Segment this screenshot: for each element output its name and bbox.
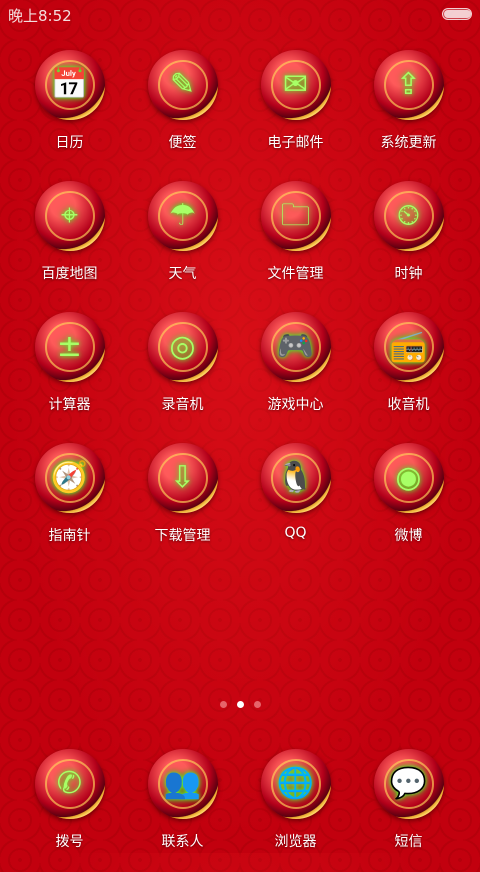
globe-glyph: 🌐	[276, 766, 315, 801]
app-label: 浏览器	[274, 834, 317, 850]
app-dialer[interactable]: ✆ 拨号	[13, 741, 126, 872]
app-label: 时钟	[394, 266, 423, 282]
page-indicator[interactable]	[0, 701, 480, 708]
app-calendar[interactable]: 📅 日历	[13, 42, 126, 173]
gamepad-glyph: 🎮	[276, 329, 315, 364]
app-label: 计算器	[48, 397, 91, 413]
app-browser[interactable]: 🌐 浏览器	[239, 741, 352, 872]
app-label: 系统更新	[380, 135, 437, 151]
download-icon: ⇩	[147, 443, 218, 513]
radio-glyph: 📻	[389, 329, 428, 364]
page-dot-2[interactable]	[236, 701, 244, 708]
app-weibo[interactable]: ◉ 微博	[352, 435, 465, 566]
app-contacts[interactable]: 👥 联系人	[126, 741, 239, 872]
phone-glyph: ✆	[56, 766, 83, 801]
dock-row: ✆ 拨号 👥 联系人 🌐 浏览器 💬 短信	[0, 741, 480, 872]
status-bar: 晚上8:52	[0, 0, 480, 28]
app-email[interactable]: ✉ 电子邮件	[239, 42, 352, 173]
map-pin-icon: ⌖	[34, 181, 105, 251]
app-radio[interactable]: 📻 收音机	[352, 304, 465, 435]
app-qq[interactable]: 🐧 QQ	[239, 435, 352, 566]
app-baidu-map[interactable]: ⌖ 百度地图	[13, 173, 126, 304]
app-label: 指南针	[48, 528, 91, 544]
dock: ✆ 拨号 👥 联系人 🌐 浏览器 💬 短信	[0, 741, 480, 872]
mail-glyph: ✉	[282, 67, 309, 102]
umbrella-glyph: ☂	[169, 198, 196, 233]
app-messages[interactable]: 💬 短信	[352, 741, 465, 872]
status-time: 晚上8:52	[8, 7, 72, 25]
clock-glyph: ⏲	[396, 198, 421, 233]
map-pin-glyph: ⌖	[61, 198, 78, 233]
app-row-4: 🧭 指南针 ⇩ 下载管理 🐧 QQ ◉ 微博	[0, 435, 480, 566]
weibo-glyph: ◉	[395, 460, 422, 495]
app-row-2: ⌖ 百度地图 ☂ 天气 🗀 文件管理 ⏲ 时钟	[0, 173, 480, 304]
app-system-update[interactable]: ⇪ 系统更新	[352, 42, 465, 173]
globe-icon: 🌐	[260, 749, 331, 819]
app-label: 电子邮件	[267, 135, 324, 151]
mail-icon: ✉	[260, 50, 331, 120]
app-game-center[interactable]: 🎮 游戏中心	[239, 304, 352, 435]
app-label: 文件管理	[267, 266, 324, 282]
radio-icon: 📻	[373, 312, 444, 382]
recorder-glyph: ◎	[169, 329, 196, 364]
app-label: 游戏中心	[267, 397, 324, 413]
qq-penguin-icon: 🐧	[260, 443, 331, 513]
app-label: 短信	[394, 834, 423, 850]
app-label: 百度地图	[41, 266, 98, 282]
app-label: 收音机	[387, 397, 430, 413]
app-compass[interactable]: 🧭 指南针	[13, 435, 126, 566]
recorder-icon: ◎	[147, 312, 218, 382]
app-file-manager[interactable]: 🗀 文件管理	[239, 173, 352, 304]
compass-glyph: 🧭	[50, 460, 89, 495]
download-glyph: ⇩	[169, 460, 196, 495]
calendar-glyph: 📅	[50, 67, 89, 102]
gamepad-icon: 🎮	[260, 312, 331, 382]
battery-level	[444, 10, 471, 18]
upload-icon: ⇪	[373, 50, 444, 120]
app-label: 联系人	[161, 834, 204, 850]
notes-icon: ✎	[147, 50, 218, 120]
contacts-glyph: 👥	[163, 766, 202, 801]
battery-icon	[442, 8, 472, 20]
folder-icon: 🗀	[260, 181, 331, 251]
app-label: 下载管理	[154, 528, 211, 544]
clock-icon: ⏲	[373, 181, 444, 251]
app-notes[interactable]: ✎ 便签	[126, 42, 239, 173]
qq-penguin-glyph: 🐧	[276, 460, 315, 495]
page-dot-1[interactable]	[219, 701, 227, 708]
app-weather[interactable]: ☂ 天气	[126, 173, 239, 304]
app-label: QQ	[284, 525, 307, 541]
app-recorder[interactable]: ◎ 录音机	[126, 304, 239, 435]
app-label: 录音机	[161, 397, 204, 413]
app-label: 微博	[394, 528, 423, 544]
folder-glyph: 🗀	[280, 198, 311, 233]
calendar-icon: 📅	[34, 50, 105, 120]
message-glyph: 💬	[389, 766, 428, 801]
app-label: 便签	[168, 135, 197, 151]
upload-glyph: ⇪	[395, 67, 422, 102]
calculator-icon: ±	[34, 312, 105, 382]
calculator-glyph: ±	[56, 329, 83, 364]
message-icon: 💬	[373, 749, 444, 819]
app-grid: 📅 日历 ✎ 便签 ✉ 电子邮件 ⇪ 系统更新 ⌖ 百度地图 ☂ 天气 🗀 文件…	[0, 42, 480, 566]
app-label: 天气	[168, 266, 197, 282]
app-clock[interactable]: ⏲ 时钟	[352, 173, 465, 304]
app-calculator[interactable]: ± 计算器	[13, 304, 126, 435]
contacts-icon: 👥	[147, 749, 218, 819]
app-label: 日历	[55, 135, 84, 151]
app-row-1: 📅 日历 ✎ 便签 ✉ 电子邮件 ⇪ 系统更新	[0, 42, 480, 173]
compass-icon: 🧭	[34, 443, 105, 513]
app-download-manager[interactable]: ⇩ 下载管理	[126, 435, 239, 566]
page-dot-3[interactable]	[253, 701, 261, 708]
notes-glyph: ✎	[169, 67, 196, 102]
app-row-3: ± 计算器 ◎ 录音机 🎮 游戏中心 📻 收音机	[0, 304, 480, 435]
weibo-icon: ◉	[373, 443, 444, 513]
phone-icon: ✆	[34, 749, 105, 819]
umbrella-icon: ☂	[147, 181, 218, 251]
app-label: 拨号	[55, 834, 84, 850]
